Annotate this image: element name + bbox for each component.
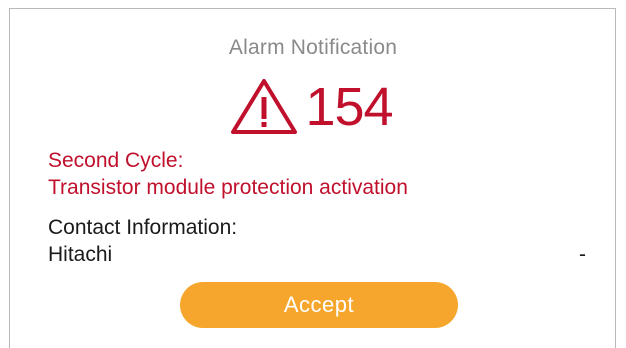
cycle-label: Second Cycle: [48,149,184,172]
alarm-message: Transistor module protection activation [48,176,408,199]
dialog-title: Alarm Notification [228,36,398,59]
contact-label: Contact Information: [48,216,238,239]
accept-button[interactable]: Accept [180,282,458,328]
alarm-code: 154 [305,77,393,137]
warning-triangle-icon [231,79,298,134]
contact-value: Hitachi [48,243,113,266]
alarm-header: 154 [0,76,626,136]
contact-extra: - [579,243,586,266]
